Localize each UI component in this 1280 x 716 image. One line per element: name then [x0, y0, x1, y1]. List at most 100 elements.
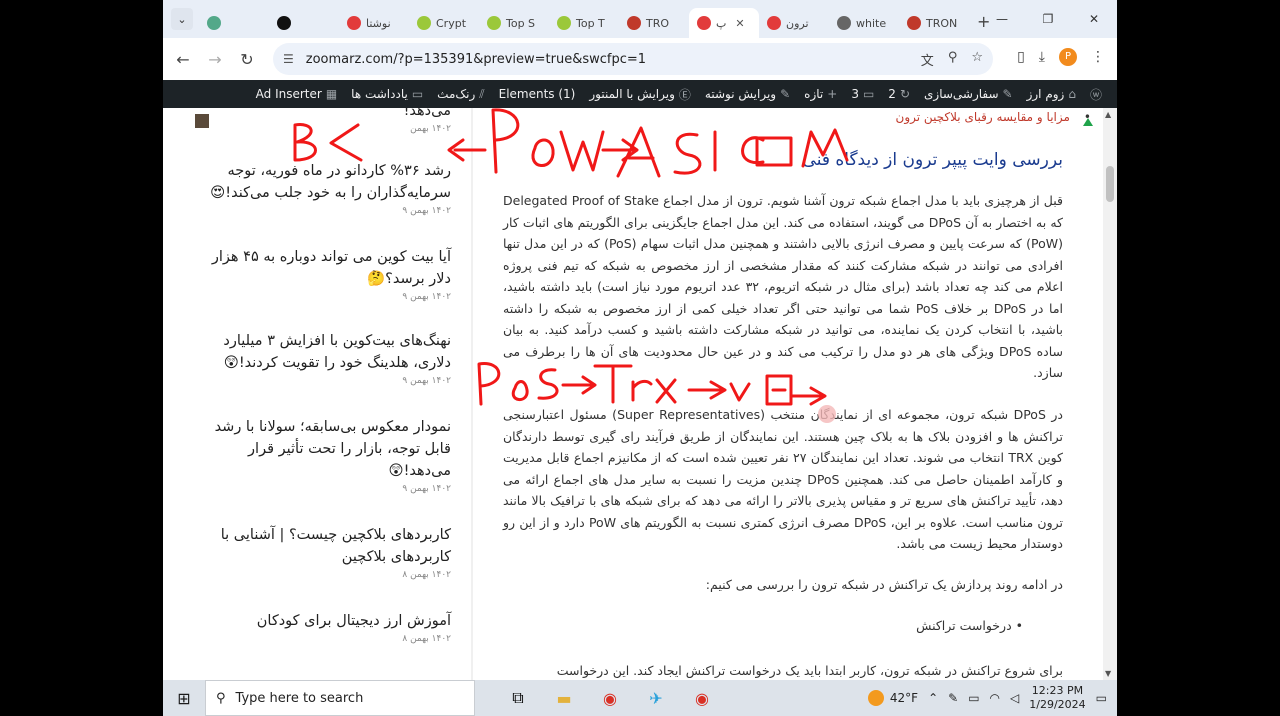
- profile-avatar[interactable]: P: [1059, 48, 1077, 66]
- sidebar-post[interactable]: می‌دهد! ۱۴۰۲ بهمن: [201, 108, 451, 134]
- sidebar-post[interactable]: نمودار معکوس بی‌سابقه؛ سولانا با رشد قاب…: [201, 416, 451, 494]
- browser-tab[interactable]: white: [829, 8, 899, 38]
- updates-icon: ↻: [899, 87, 910, 101]
- sidebar-post-title[interactable]: نمودار معکوس بی‌سابقه؛ سولانا با رشد قاب…: [201, 416, 451, 482]
- weather-widget[interactable]: 42°F: [867, 690, 918, 706]
- sidebar-post-date: ۱۴۰۲ بهمن ۸: [402, 634, 451, 644]
- tab-search-button[interactable]: ⌄: [171, 8, 193, 30]
- bookmark-star-icon[interactable]: ☆: [971, 50, 983, 69]
- tab-favicon-icon: [207, 16, 221, 30]
- forward-icon[interactable]: →: [199, 50, 231, 69]
- tab-label: TRO: [646, 16, 670, 30]
- scrollbar-thumb[interactable]: [1106, 166, 1114, 202]
- admin-seo-link[interactable]: ⫽ رنک‌مث: [430, 87, 491, 102]
- sidebar-post-title[interactable]: آیا بیت کوین می تواند دوباره به ۴۵ هزار …: [201, 246, 451, 290]
- tab-favicon-icon: [697, 16, 711, 30]
- close-tab-icon[interactable]: ✕: [735, 17, 744, 30]
- sidebar-post[interactable]: آموزش ارز دیجیتال برای کودکان ۱۴۰۲ بهمن …: [201, 610, 451, 644]
- sidebar-post-date: ۱۴۰۲ بهمن ۹: [402, 206, 451, 216]
- chrome-icon[interactable]: ◉: [587, 689, 633, 708]
- browser-tab[interactable]: [199, 8, 269, 38]
- admin-new-label: تازه: [804, 87, 824, 101]
- scroll-up-icon[interactable]: ▲: [1105, 110, 1111, 119]
- admin-updates-link[interactable]: ↻ 2: [881, 87, 917, 101]
- volume-icon[interactable]: ◁: [1010, 691, 1019, 705]
- tab-favicon-icon: [627, 16, 641, 30]
- zoom-icon[interactable]: ⚲: [948, 50, 958, 69]
- telegram-icon[interactable]: ✈: [633, 689, 679, 708]
- chrome-profile-icon[interactable]: ◉: [679, 689, 725, 708]
- tab-label: Top S: [506, 16, 536, 30]
- back-icon[interactable]: ←: [167, 50, 199, 69]
- browser-tab[interactable]: پ ✕: [689, 8, 759, 38]
- plus-icon: +: [827, 87, 838, 101]
- browser-tab[interactable]: ترون: [759, 8, 829, 38]
- restore-icon[interactable]: ❐: [1025, 0, 1071, 38]
- sidebar-post-title[interactable]: آموزش ارز دیجیتال برای کودکان: [201, 610, 451, 632]
- browser-tab[interactable]: [269, 8, 339, 38]
- sidebar-post-title[interactable]: رشد ۳۶% کاردانو در ماه فوریه، توجه سرمای…: [201, 160, 451, 204]
- notifications-icon[interactable]: ▭: [1096, 691, 1107, 705]
- site-info-icon[interactable]: ☰: [283, 52, 294, 66]
- tab-favicon-icon: [347, 16, 361, 30]
- sidebar-post-title[interactable]: کاربردهای بلاکچین چیست؟ | آشنایی با کارب…: [201, 524, 451, 568]
- admin-elements-link[interactable]: Elements (1): [492, 87, 583, 101]
- admin-site-label: زوم ارز: [1026, 87, 1065, 101]
- admin-notes-link[interactable]: ▭ یادداشت ها: [344, 87, 430, 101]
- translate-icon[interactable]: 文: [921, 50, 934, 69]
- browser-tab[interactable]: Crypt: [409, 8, 479, 38]
- admin-customize-link[interactable]: ✎ سفارشی‌سازی: [917, 87, 1020, 101]
- admin-elementor-link[interactable]: Ⓔ ویرایش با المنتور: [582, 86, 698, 103]
- file-explorer-icon[interactable]: ▬: [541, 689, 587, 708]
- page-scrollbar[interactable]: ▲ ▼: [1103, 108, 1117, 680]
- tab-label: Top T: [576, 16, 605, 30]
- toc-item[interactable]: •مزایا و مقایسه رقبای بلاکچین ترون: [896, 110, 1091, 124]
- admin-comments-link[interactable]: ▭ 3: [844, 87, 881, 101]
- scroll-to-top-icon[interactable]: [1083, 118, 1093, 126]
- windows-start-icon[interactable]: ⊞: [163, 689, 205, 708]
- clock[interactable]: 12:23 PM 1/29/2024: [1029, 684, 1085, 712]
- sidebar-post[interactable]: کاربردهای بلاکچین چیست؟ | آشنایی با کارب…: [201, 524, 451, 580]
- sidebar-post-date: ۱۴۰۲ بهمن ۹: [402, 376, 451, 386]
- wp-logo-icon[interactable]: ⓦ: [1083, 86, 1109, 103]
- page-content: می‌دهد! ۱۴۰۲ بهمن رشد ۳۶% کاردانو در ماه…: [163, 108, 1103, 680]
- tab-favicon-icon: [767, 16, 781, 30]
- url-text: zoomarz.com/?p=135391&preview=true&swcfp…: [305, 51, 647, 67]
- minimize-icon[interactable]: —: [979, 0, 1025, 38]
- tab-favicon-icon: [277, 16, 291, 30]
- right-letterbox: [1117, 0, 1280, 716]
- pencil-icon: ✎: [780, 87, 791, 101]
- browser-tab[interactable]: Top T: [549, 8, 619, 38]
- pen-icon[interactable]: ✎: [948, 691, 958, 705]
- browser-tab[interactable]: Top S: [479, 8, 549, 38]
- section-heading: بررسی وایت پیپر ترون از دیدگاه فنی: [802, 150, 1063, 170]
- task-view-icon[interactable]: ⧉: [495, 688, 541, 708]
- sidebar-post[interactable]: آیا بیت کوین می تواند دوباره به ۴۵ هزار …: [201, 246, 451, 302]
- browser-tab[interactable]: TRO: [619, 8, 689, 38]
- admin-new-link[interactable]: + تازه: [797, 87, 844, 101]
- close-window-icon[interactable]: ✕: [1071, 0, 1117, 38]
- menu-icon[interactable]: ⋮: [1091, 49, 1105, 65]
- sidebar-post[interactable]: رشد ۳۶% کاردانو در ماه فوریه، توجه سرمای…: [201, 160, 451, 216]
- sidebar-recent-posts: می‌دهد! ۱۴۰۲ بهمن رشد ۳۶% کاردانو در ماه…: [163, 108, 473, 680]
- reload-icon[interactable]: ↻: [231, 50, 263, 69]
- admin-edit-post-link[interactable]: ✎ ویرایش نوشته: [698, 87, 797, 101]
- browser-tab[interactable]: نوشتا: [339, 8, 409, 38]
- sidebar-post[interactable]: نهنگ‌های بیت‌کوین با افزایش ۳ میلیارد دل…: [201, 330, 451, 386]
- admin-ad-inserter-link[interactable]: ▦ Ad Inserter: [249, 87, 345, 101]
- scroll-down-icon[interactable]: ▼: [1105, 669, 1111, 678]
- sidebar-post-date: ۱۴۰۲ بهمن ۹: [402, 292, 451, 302]
- browser-tab[interactable]: TRON: [899, 8, 969, 38]
- address-bar[interactable]: ☰ zoomarz.com/?p=135391&preview=true&swc…: [273, 43, 993, 75]
- admin-site-link[interactable]: ⌂ زوم ارز: [1020, 87, 1083, 101]
- chevron-up-icon[interactable]: ⌃: [928, 691, 938, 705]
- side-panel-icon[interactable]: ▯: [1017, 49, 1025, 65]
- battery-icon[interactable]: ▭: [968, 691, 979, 705]
- wifi-icon[interactable]: ◠: [990, 691, 1000, 705]
- paragraph-dpos: در DPoS شبکه ترون، مجموعه ای از نمایندگا…: [503, 407, 1063, 551]
- admin-elementor-label: ویرایش با المنتور: [589, 87, 675, 101]
- download-icon[interactable]: ⤓: [1039, 49, 1045, 65]
- taskbar-search[interactable]: ⚲ Type here to search: [205, 680, 475, 716]
- sidebar-post-title[interactable]: می‌دهد!: [201, 108, 451, 122]
- sidebar-post-title[interactable]: نهنگ‌های بیت‌کوین با افزایش ۳ میلیارد دل…: [201, 330, 451, 374]
